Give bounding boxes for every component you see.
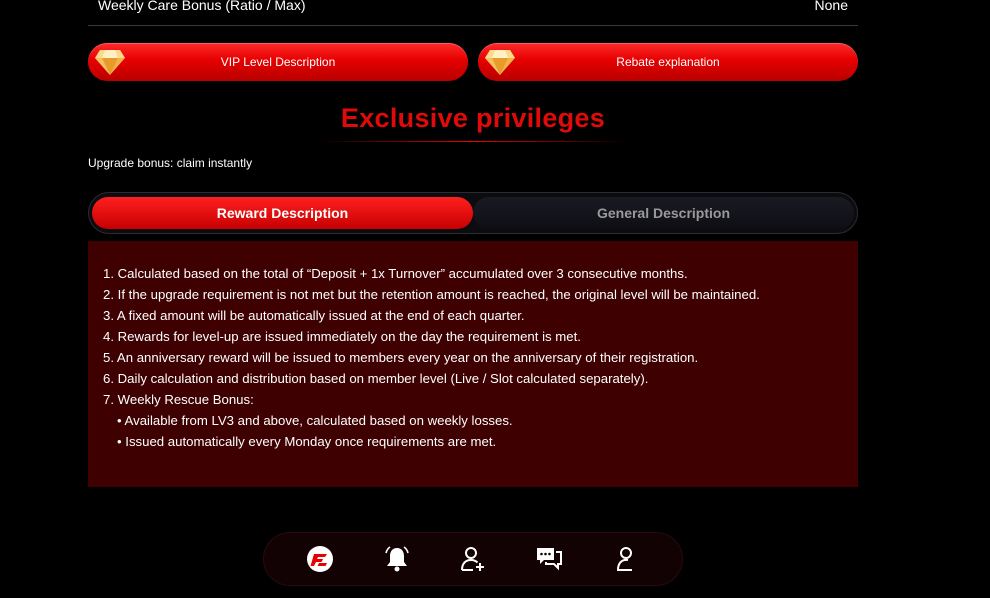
section-title: Exclusive privileges [340, 103, 606, 133]
weekly-care-value: None [814, 0, 848, 13]
weekly-care-label: Weekly Care Bonus (Ratio / Max) [98, 0, 306, 13]
upgrade-note: Upgrade bonus: claim instantly [88, 156, 253, 170]
nav-profile-button[interactable] [606, 539, 646, 579]
diamond-icon [95, 50, 125, 75]
bottom-nav [263, 532, 683, 586]
nav-notifications-button[interactable] [377, 539, 417, 579]
description-tabs: Reward Description General Description [88, 192, 858, 234]
reward-item: 1. Calculated based on the total of “Dep… [103, 266, 688, 281]
nav-home-button[interactable] [300, 539, 340, 579]
vip-level-description-button[interactable]: VIP Level Description [88, 43, 468, 81]
nav-chat-button[interactable] [529, 539, 569, 579]
nav-invite-button[interactable] [453, 539, 493, 579]
title-underline [318, 141, 628, 142]
weekly-care-row: Weekly Care Bonus (Ratio / Max) None [88, 0, 858, 26]
reward-item: 7. Weekly Rescue Bonus: [103, 392, 254, 407]
reward-subitem: • Issued automatically every Monday once… [117, 434, 497, 449]
rebate-explanation-label: Rebate explanation [616, 55, 720, 69]
tab-general-description[interactable]: General Description [473, 197, 854, 229]
section-header: Exclusive privileges [88, 101, 858, 145]
chat-icon [537, 548, 563, 571]
reward-item: 3. A fixed amount will be automatically … [103, 308, 525, 323]
reward-subitem: • Available from LV3 and above, calculat… [117, 413, 513, 428]
add-user-icon [460, 547, 484, 571]
vip-content: Weekly Care Bonus (Ratio / Max) None VIP… [88, 0, 858, 487]
reward-item: 5. An anniversary reward will be issued … [103, 350, 699, 365]
reward-item: 6. Daily calculation and distribution ba… [103, 371, 649, 386]
profile-icon [616, 547, 632, 571]
rebate-explanation-button[interactable]: Rebate explanation [478, 43, 858, 81]
bell-icon [384, 546, 409, 572]
diamond-icon [485, 50, 515, 75]
tab-reward-description[interactable]: Reward Description [92, 197, 473, 229]
reward-description-panel: 1. Calculated based on the total of “Dep… [88, 241, 858, 487]
reward-item: 2. If the upgrade requirement is not met… [103, 287, 760, 302]
description-buttons: VIP Level Description Rebate explanation [88, 43, 858, 81]
reward-item: 4. Rewards for level-up are issued immed… [103, 329, 581, 344]
brand-logo-icon [307, 546, 334, 572]
vip-level-description-label: VIP Level Description [220, 55, 336, 69]
